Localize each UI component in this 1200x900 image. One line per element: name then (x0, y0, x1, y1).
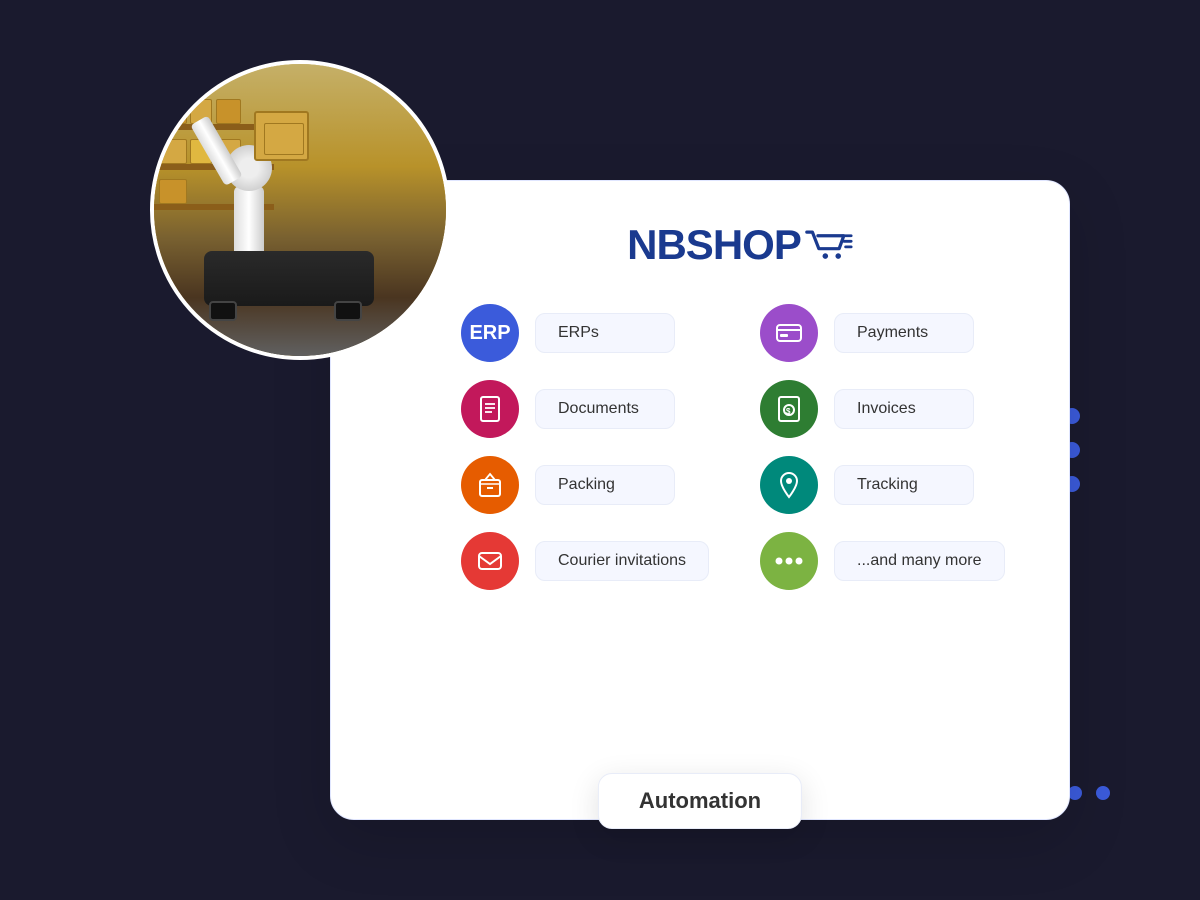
invoices-icon: $ (760, 380, 818, 438)
feature-item-erp: ERP ERPs (461, 304, 720, 362)
payments-icon (760, 304, 818, 362)
logo-text: NBSHOP (627, 221, 801, 269)
more-label: ...and many more (834, 541, 1005, 581)
tracking-label: Tracking (834, 465, 974, 505)
dot-br-1 (1068, 786, 1082, 800)
invoices-label: Invoices (834, 389, 974, 429)
feature-item-courier: Courier invitations (461, 532, 720, 590)
feature-item-packing: Packing (461, 456, 720, 514)
feature-item-documents: Documents (461, 380, 720, 438)
erp-label: ERPs (535, 313, 675, 353)
logo: NBSHOP (627, 221, 853, 269)
svg-text:$: $ (786, 407, 791, 416)
feature-item-invoices: $ Invoices (760, 380, 1019, 438)
feature-item-tracking: Tracking (760, 456, 1019, 514)
more-icon (760, 532, 818, 590)
logo-area: NBSHOP (461, 221, 1019, 269)
features-grid: ERP ERPs Payments (461, 304, 1019, 590)
payments-label: Payments (834, 313, 974, 353)
feature-item-more: ...and many more (760, 532, 1019, 590)
dot-br-2 (1096, 786, 1110, 800)
documents-label: Documents (535, 389, 675, 429)
logo-cart-icon (805, 226, 853, 264)
courier-icon (461, 532, 519, 590)
packing-icon (461, 456, 519, 514)
automation-badge: Automation (598, 773, 802, 829)
robot-image (150, 60, 450, 360)
courier-label: Courier invitations (535, 541, 709, 581)
dots-bottom-right (1068, 786, 1110, 800)
scene: NBSHOP ERP (150, 60, 1050, 840)
packing-label: Packing (535, 465, 675, 505)
feature-item-payments: Payments (760, 304, 1019, 362)
erp-icon: ERP (461, 304, 519, 362)
documents-icon (461, 380, 519, 438)
tracking-icon (760, 456, 818, 514)
